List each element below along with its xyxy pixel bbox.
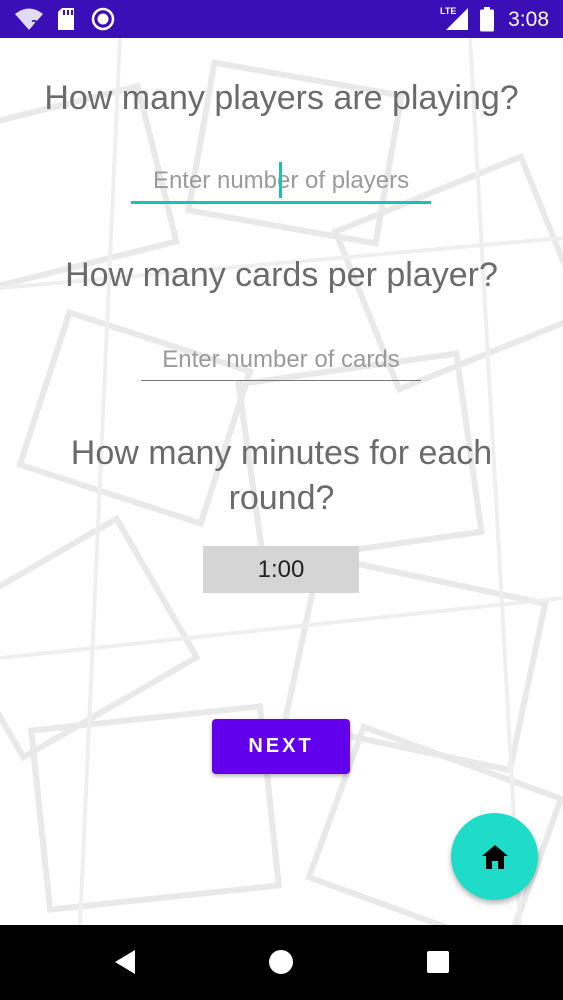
cards-input[interactable] xyxy=(141,338,421,381)
sd-card-icon xyxy=(58,8,74,30)
back-triangle-icon[interactable] xyxy=(113,949,137,975)
next-button[interactable]: NEXT xyxy=(212,719,350,774)
system-navigation-bar xyxy=(0,925,563,1000)
text-caret xyxy=(279,162,282,198)
battery-icon xyxy=(480,7,494,32)
cards-input-container xyxy=(141,338,421,381)
cards-question: How many cards per player? xyxy=(65,256,498,294)
recents-square-icon[interactable] xyxy=(426,949,450,975)
minutes-picker[interactable]: 1:00 xyxy=(203,546,359,593)
wifi-question-icon: ? xyxy=(15,8,43,31)
svg-text:?: ? xyxy=(31,18,38,31)
home-circle-icon[interactable] xyxy=(268,949,294,975)
home-icon xyxy=(481,844,508,869)
status-time: 3:08 xyxy=(508,8,549,31)
circle-record-icon xyxy=(91,7,115,31)
status-bar: ? LTE 3:08 xyxy=(0,0,563,38)
home-fab-button[interactable] xyxy=(451,813,538,900)
app-screen: ? LTE 3:08 How many players are playing? xyxy=(0,0,563,1000)
minutes-question-line1: How many minutes for each xyxy=(70,434,493,472)
network-type-label: LTE xyxy=(440,6,457,16)
setup-form: How many players are playing? How many c… xyxy=(0,38,563,925)
players-input-underline xyxy=(131,201,431,204)
minutes-question-line2: round? xyxy=(228,479,335,517)
players-input-container xyxy=(131,158,431,204)
players-question: How many players are playing? xyxy=(44,79,519,117)
cards-input-underline xyxy=(141,379,421,381)
